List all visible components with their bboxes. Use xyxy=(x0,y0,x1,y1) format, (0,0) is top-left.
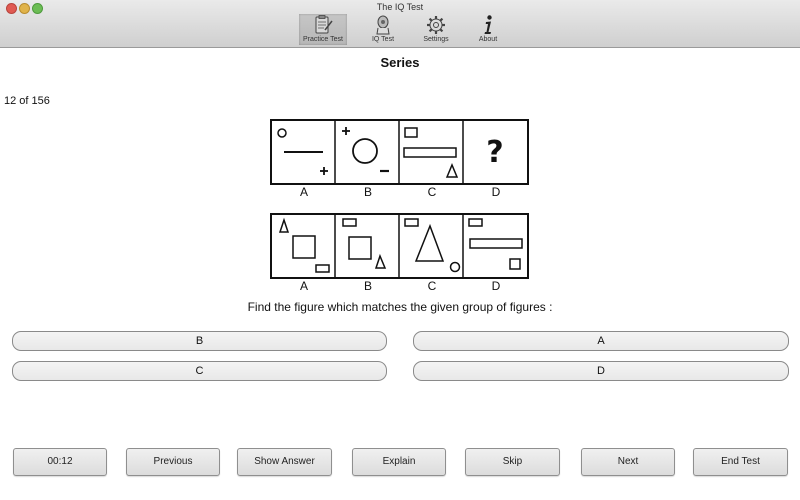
question-mark: ? xyxy=(486,135,503,170)
window-title: The IQ Test xyxy=(376,2,424,12)
toolbar-label: IQ Test xyxy=(371,36,395,43)
explain-button[interactable]: Explain xyxy=(352,448,446,476)
brain-head-icon xyxy=(376,15,390,35)
section-title: Series xyxy=(380,55,420,70)
previous-button[interactable]: Previous xyxy=(126,448,220,476)
show-answer-button[interactable]: Show Answer xyxy=(237,448,332,476)
gear-icon xyxy=(427,16,445,34)
answer-option-button[interactable]: C xyxy=(12,361,387,381)
toolbar-practice-test[interactable]: Practice Test xyxy=(299,14,347,45)
timer-button[interactable]: 00:12 xyxy=(13,448,107,476)
figure-label: D xyxy=(491,279,501,293)
figure-label: A xyxy=(299,279,308,293)
question-counter: 12 of 156 xyxy=(4,95,50,107)
toolbar-about[interactable]: About xyxy=(464,14,512,45)
question-text: Find the figure which matches the given … xyxy=(247,300,553,314)
info-icon xyxy=(484,15,492,34)
skip-button[interactable]: Skip xyxy=(465,448,560,476)
problem-figure-svg: ? xyxy=(270,119,529,185)
figure-label: B xyxy=(363,279,372,293)
toolbar-label: Practice Test xyxy=(303,36,343,43)
figure-label: B xyxy=(363,185,372,199)
problem-figure: ? A B C D xyxy=(270,119,530,199)
toolbar-iq-test[interactable]: IQ Test xyxy=(359,14,407,45)
answer-option-button[interactable]: B xyxy=(12,331,387,351)
answer-option-button[interactable]: A xyxy=(413,331,789,351)
figure-label: D xyxy=(491,185,501,199)
clipboard-pencil-icon xyxy=(315,15,333,34)
title-bar: The IQ Test Practice Test IQ Test Settin… xyxy=(0,0,800,48)
figure-label: C xyxy=(427,185,437,199)
answer-option-button[interactable]: D xyxy=(413,361,789,381)
toolbar-settings[interactable]: Settings xyxy=(412,14,460,45)
answer-figure: A B C D xyxy=(270,213,530,293)
toolbar-label: Settings xyxy=(423,36,449,43)
figure-label: C xyxy=(427,279,437,293)
end-test-button[interactable]: End Test xyxy=(693,448,788,476)
toolbar-label: About xyxy=(478,36,498,43)
answer-figure-svg xyxy=(270,213,529,279)
next-button[interactable]: Next xyxy=(581,448,675,476)
figure-label: A xyxy=(299,185,308,199)
